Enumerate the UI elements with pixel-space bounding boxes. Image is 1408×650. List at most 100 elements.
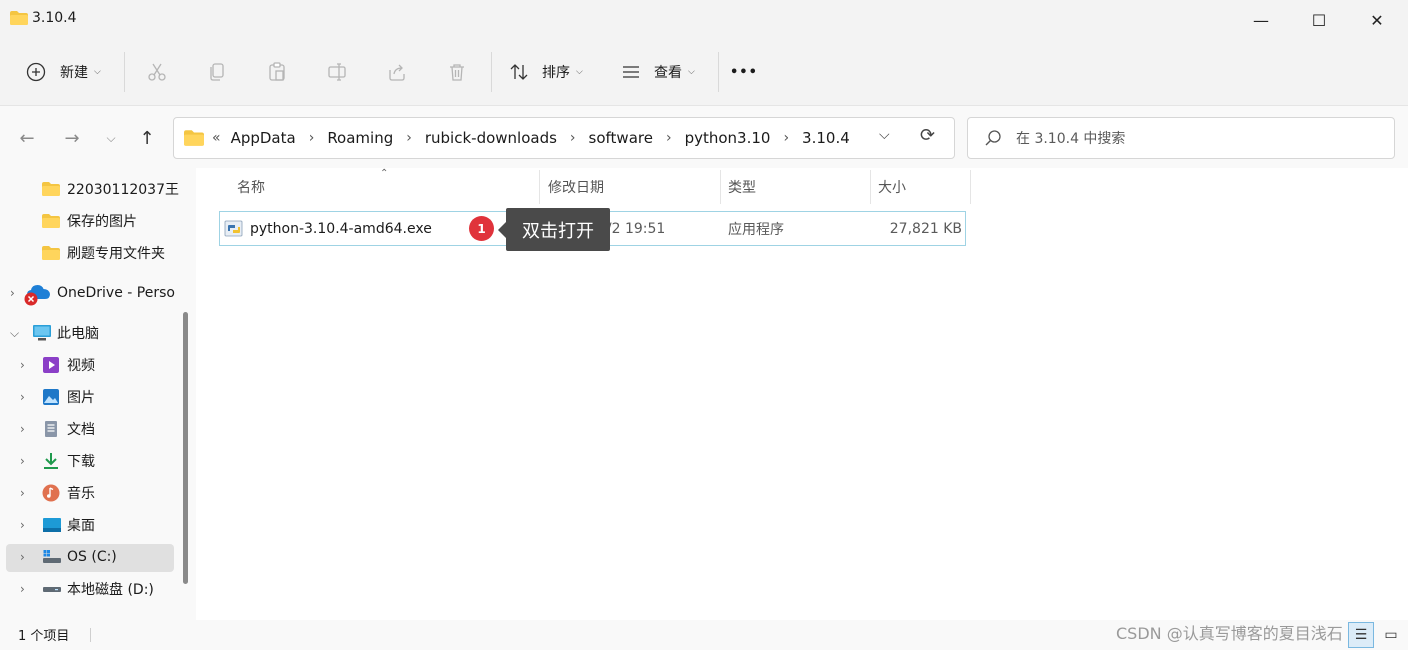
sidebar-item-music[interactable]: › 音乐 xyxy=(20,479,95,507)
chevron-right-icon[interactable]: › xyxy=(20,454,42,468)
share-icon xyxy=(377,52,417,92)
sidebar-item-label: 文档 xyxy=(67,422,95,438)
back-button[interactable]: ← xyxy=(12,122,42,154)
folder-icon xyxy=(184,130,204,146)
chevron-right-icon[interactable]: › xyxy=(20,422,42,436)
chevron-right-icon[interactable]: › xyxy=(406,130,412,146)
chevron-right-icon[interactable]: › xyxy=(783,130,789,146)
column-header-modified[interactable]: 修改日期 xyxy=(548,170,718,204)
sort-button[interactable]: 排序 ⌵ xyxy=(502,52,583,92)
view-button[interactable]: 查看 ⌵ xyxy=(614,52,695,92)
refresh-icon: ⟳ xyxy=(920,125,936,146)
sidebar-item-label: 22030112037王 xyxy=(67,182,179,198)
delete-button[interactable] xyxy=(437,52,477,92)
sidebar-item-this-pc[interactable]: ⌵ 此电脑 xyxy=(10,319,99,347)
sidebar-item-label: 本地磁盘 (D:) xyxy=(67,582,154,598)
maximize-button[interactable]: ☐ xyxy=(1290,0,1348,40)
chevron-right-icon[interactable]: › xyxy=(20,486,42,500)
close-button[interactable]: ✕ xyxy=(1348,0,1406,40)
window-title: 3.10.4 xyxy=(32,10,77,26)
desktop-icon xyxy=(43,518,61,532)
details-view-button[interactable]: ☰ xyxy=(1348,622,1374,648)
sidebar-item-practice-folder[interactable]: 刷题专用文件夹 xyxy=(42,239,165,267)
column-header-name[interactable]: 名称 xyxy=(237,170,537,204)
tiles-view-button[interactable]: ▭ xyxy=(1378,622,1404,648)
breadcrumb-current[interactable]: 3.10.4 xyxy=(802,129,850,147)
new-label: 新建 xyxy=(60,65,88,81)
chevron-down-icon[interactable]: ⌵ xyxy=(10,326,32,341)
sidebar-item-folder-1[interactable]: 22030112037王 xyxy=(42,175,179,203)
recent-locations-button[interactable]: ⌵ xyxy=(96,122,126,154)
sidebar-item-label: OS (C:) xyxy=(67,549,117,565)
sidebar-item-downloads[interactable]: › 下载 xyxy=(20,447,95,475)
minimize-button[interactable]: — xyxy=(1232,0,1290,40)
file-name: python-3.10.4-amd64.exe xyxy=(250,220,432,237)
annotation-tooltip: 双击打开 xyxy=(506,208,610,251)
watermark: CSDN @认真写博客的夏目浅石 xyxy=(1116,624,1343,643)
breadcrumb-roaming[interactable]: Roaming xyxy=(327,129,393,147)
sidebar-scrollbar[interactable] xyxy=(183,312,188,584)
refresh-button[interactable]: ⟳ xyxy=(920,125,935,146)
file-name-cell[interactable]: python-3.10.4-amd64.exe xyxy=(224,211,432,246)
sidebar-item-saved-pictures[interactable]: 保存的图片 xyxy=(42,207,137,235)
breadcrumb-software[interactable]: software xyxy=(589,129,653,147)
column-divider[interactable] xyxy=(720,170,721,204)
folder-icon xyxy=(42,182,60,196)
chevron-right-icon[interactable]: › xyxy=(20,518,42,532)
view-label: 查看 xyxy=(654,65,682,81)
sidebar-item-drive-d[interactable]: › 本地磁盘 (D:) xyxy=(20,575,154,603)
rename-button[interactable] xyxy=(317,52,357,92)
cut-button[interactable] xyxy=(137,52,177,92)
up-button[interactable]: ↑ xyxy=(132,122,162,154)
status-divider xyxy=(90,628,91,642)
file-type-cell: 应用程序 xyxy=(728,221,784,238)
sidebar-item-videos[interactable]: › 视频 xyxy=(20,351,95,379)
sidebar-item-label: 视频 xyxy=(67,358,95,374)
search-box[interactable]: 在 3.10.4 中搜索 xyxy=(967,117,1395,159)
chevron-down-icon: ⌵ xyxy=(879,127,890,143)
share-button[interactable] xyxy=(377,52,417,92)
view-lines-icon xyxy=(614,52,648,92)
rename-icon xyxy=(317,52,357,92)
paste-button[interactable] xyxy=(257,52,297,92)
chevron-right-icon[interactable]: › xyxy=(666,130,672,146)
chevron-right-icon[interactable]: › xyxy=(10,286,24,300)
chevron-right-icon[interactable]: › xyxy=(309,130,315,146)
chevron-down-icon: ⌵ xyxy=(576,67,583,77)
more-options-button[interactable]: ••• xyxy=(730,52,758,92)
column-divider[interactable] xyxy=(539,170,540,204)
chevron-down-icon: ⌵ xyxy=(94,67,101,77)
breadcrumb-appdata[interactable]: AppData xyxy=(231,129,296,147)
music-icon xyxy=(42,484,60,502)
copy-button[interactable] xyxy=(197,52,237,92)
address-history-button[interactable]: ⌵ xyxy=(879,127,890,143)
chevron-right-icon[interactable]: › xyxy=(20,358,42,372)
sidebar-item-label: 此电脑 xyxy=(57,326,99,342)
sidebar-item-drive-c[interactable]: › OS (C:) xyxy=(20,543,117,571)
column-header-type[interactable]: 类型 xyxy=(728,170,868,204)
sidebar-item-pictures[interactable]: › 图片 xyxy=(20,383,95,411)
breadcrumb-overflow[interactable]: « xyxy=(212,130,221,146)
trash-icon xyxy=(437,52,477,92)
column-header-size[interactable]: 大小 xyxy=(878,170,968,204)
column-divider[interactable] xyxy=(870,170,871,204)
drive-d-icon xyxy=(43,587,61,592)
sidebar-item-desktop[interactable]: › 桌面 xyxy=(20,511,95,539)
new-button[interactable]: 新建 ⌵ xyxy=(18,52,101,92)
forward-button[interactable]: → xyxy=(57,122,87,154)
sidebar-item-onedrive[interactable]: › OneDrive - Perso xyxy=(10,279,175,307)
search-placeholder: 在 3.10.4 中搜索 xyxy=(1016,131,1126,147)
chevron-right-icon[interactable]: › xyxy=(20,390,42,404)
breadcrumb-python310[interactable]: python3.10 xyxy=(685,129,771,147)
arrow-up-icon: ↑ xyxy=(139,127,155,149)
sidebar-item-documents[interactable]: › 文档 xyxy=(20,415,95,443)
chevron-right-icon[interactable]: › xyxy=(20,582,42,596)
computer-icon xyxy=(33,325,51,341)
chevron-right-icon[interactable]: › xyxy=(570,130,576,146)
column-divider[interactable] xyxy=(970,170,971,204)
more-icon: ••• xyxy=(730,64,758,80)
chevron-right-icon[interactable]: › xyxy=(20,550,42,564)
breadcrumb-rubick-downloads[interactable]: rubick-downloads xyxy=(425,129,557,147)
address-bar[interactable]: « AppData › Roaming › rubick-downloads ›… xyxy=(173,117,955,159)
arrow-right-icon: → xyxy=(64,127,80,149)
